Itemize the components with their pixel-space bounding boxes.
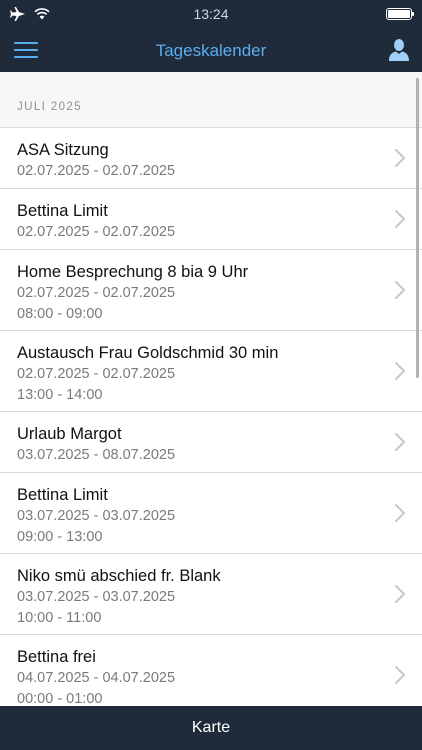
event-title: Bettina frei — [17, 648, 96, 666]
chevron-right-icon — [395, 281, 405, 299]
event-dates: 02.07.2025 - 02.07.2025 — [17, 163, 176, 179]
event-title: Bettina Limit — [17, 202, 108, 220]
event-time: 09:00 - 13:00 — [17, 529, 103, 545]
event-time: 10:00 - 11:00 — [17, 610, 102, 626]
event-dates: 03.07.2025 - 03.07.2025 — [17, 508, 176, 524]
list-item[interactable]: Urlaub Margot 03.07.2025 - 08.07.2025 — [0, 412, 422, 473]
event-title: ASA Sitzung — [17, 141, 109, 159]
event-title: Austausch Frau Goldschmid 30 min — [17, 344, 279, 362]
list-item[interactable]: ASA Sitzung 02.07.2025 - 02.07.2025 — [0, 128, 422, 189]
battery-icon — [386, 8, 414, 20]
chevron-right-icon — [395, 585, 405, 603]
list-item[interactable]: Home Besprechung 8 bia 9 Uhr 02.07.2025 -… — [0, 250, 422, 331]
event-dates: 02.07.2025 - 02.07.2025 — [17, 366, 176, 382]
nav-bar: Tageskalender — [0, 28, 422, 72]
chevron-right-icon — [395, 149, 405, 167]
event-time: 00:00 - 01:00 — [17, 691, 103, 706]
user-icon[interactable] — [388, 38, 410, 62]
event-dates: 03.07.2025 - 03.07.2025 — [17, 589, 176, 605]
event-dates: 02.07.2025 - 02.07.2025 — [17, 224, 176, 240]
scroll-indicator[interactable] — [416, 78, 419, 378]
list-item[interactable]: Niko smü abschied fr. Blank 03.07.2025 - … — [0, 554, 422, 635]
list-item[interactable]: Bettina Limit 03.07.2025 - 03.07.2025 09:0… — [0, 473, 422, 554]
event-time: 13:00 - 14:00 — [17, 387, 103, 403]
map-button-label: Karte — [191, 719, 231, 736]
section-header: JULI 2025 — [0, 72, 422, 128]
event-list[interactable]: JULI 2025 ASA Sitzung 02.07.2025 - 02.07.… — [0, 72, 422, 706]
chevron-right-icon — [395, 362, 405, 380]
status-bar: 13:24 — [0, 0, 422, 28]
event-dates: 03.07.2025 - 08.07.2025 — [17, 447, 176, 463]
event-title: Urlaub Margot — [17, 425, 122, 443]
chevron-right-icon — [395, 433, 405, 451]
event-title: Niko smü abschied fr. Blank — [17, 567, 221, 585]
page-title: Tageskalender — [155, 41, 267, 60]
event-title: Home Besprechung 8 bia 9 Uhr — [17, 263, 249, 281]
event-dates: 04.07.2025 - 04.07.2025 — [17, 670, 176, 686]
event-time: 08:00 - 09:00 — [17, 306, 103, 322]
list-item[interactable]: Bettina Limit 02.07.2025 - 02.07.2025 — [0, 189, 422, 250]
chevron-right-icon — [395, 210, 405, 228]
event-title: Bettina Limit — [17, 486, 108, 504]
chevron-right-icon — [395, 666, 405, 684]
event-dates: 02.07.2025 - 02.07.2025 — [17, 285, 176, 301]
section-header-label: JULI 2025 — [17, 101, 83, 113]
map-button[interactable]: Karte — [0, 706, 422, 750]
battery-fill — [388, 10, 410, 18]
status-time: 13:24 — [193, 6, 229, 22]
list-item[interactable]: Austausch Frau Goldschmid 30 min 02.07.20… — [0, 331, 422, 412]
list-item[interactable]: Bettina frei 04.07.2025 - 04.07.2025 00:00… — [0, 635, 422, 706]
chevron-right-icon — [395, 504, 405, 522]
